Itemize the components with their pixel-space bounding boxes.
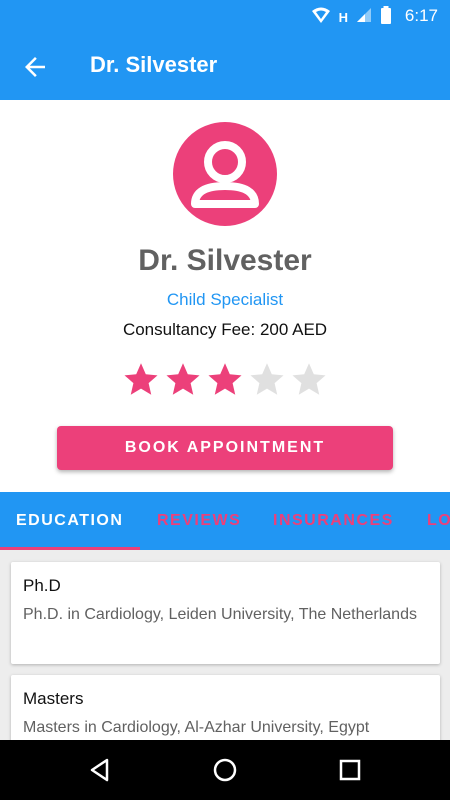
arrow-back-icon[interactable] xyxy=(20,52,50,82)
education-description: Ph.D. in Cardiology, Leiden University, … xyxy=(23,606,417,623)
signal-icon xyxy=(356,7,372,28)
toolbar: Dr. Silvester xyxy=(0,32,450,100)
status-bar: H 6:17 xyxy=(0,0,450,32)
tab-education[interactable]: EDUCATION xyxy=(16,512,123,530)
list-item[interactable]: Ph.D Ph.D. in Cardiology, Leiden Univers… xyxy=(11,562,440,664)
triangle-back-icon[interactable] xyxy=(86,756,114,784)
education-degree: Masters xyxy=(23,689,84,708)
status-icons: H xyxy=(311,6,392,29)
doctor-specialty: Child Specialist xyxy=(166,290,284,309)
star-filled-icon xyxy=(205,360,245,398)
star-filled-icon xyxy=(163,360,203,398)
star-empty-icon xyxy=(289,360,329,398)
doctor-profile: Dr. Silvester Child Specialist Consultan… xyxy=(0,100,450,492)
tab-insurances[interactable]: INSURANCES xyxy=(273,512,394,530)
app-bar: H 6:17 Dr. Silvester xyxy=(0,0,450,100)
rating-stars xyxy=(0,360,450,398)
tab-reviews[interactable]: REVIEWS xyxy=(157,512,241,530)
page-title: Dr. Silvester xyxy=(90,52,218,77)
doctor-name: Dr. Silvester xyxy=(138,244,312,277)
tab-bar: EDUCATION REVIEWS INSURANCES LO xyxy=(0,492,450,550)
education-description: Masters in Cardiology, Al-Azhar Universi… xyxy=(23,719,370,736)
book-appointment-button[interactable]: BOOK APPOINTMENT xyxy=(57,426,393,470)
education-degree: Ph.D xyxy=(23,576,61,595)
account-circle-icon xyxy=(173,122,277,226)
star-empty-icon xyxy=(247,360,287,398)
status-time: 6:17 xyxy=(404,6,438,25)
star-filled-icon xyxy=(121,360,161,398)
square-recents-icon[interactable] xyxy=(336,756,364,784)
battery-icon xyxy=(380,6,392,29)
network-type-icon: H xyxy=(338,10,348,25)
list-item[interactable]: Masters Masters in Cardiology, Al-Azhar … xyxy=(11,675,440,740)
tab-locations[interactable]: LO xyxy=(427,512,450,530)
circle-home-icon[interactable] xyxy=(211,756,239,784)
system-nav-bar xyxy=(0,740,450,800)
data-saver-icon xyxy=(311,6,331,29)
education-list: Ph.D Ph.D. in Cardiology, Leiden Univers… xyxy=(0,550,450,740)
consultancy-fee: Consultancy Fee: 200 AED xyxy=(122,320,328,339)
